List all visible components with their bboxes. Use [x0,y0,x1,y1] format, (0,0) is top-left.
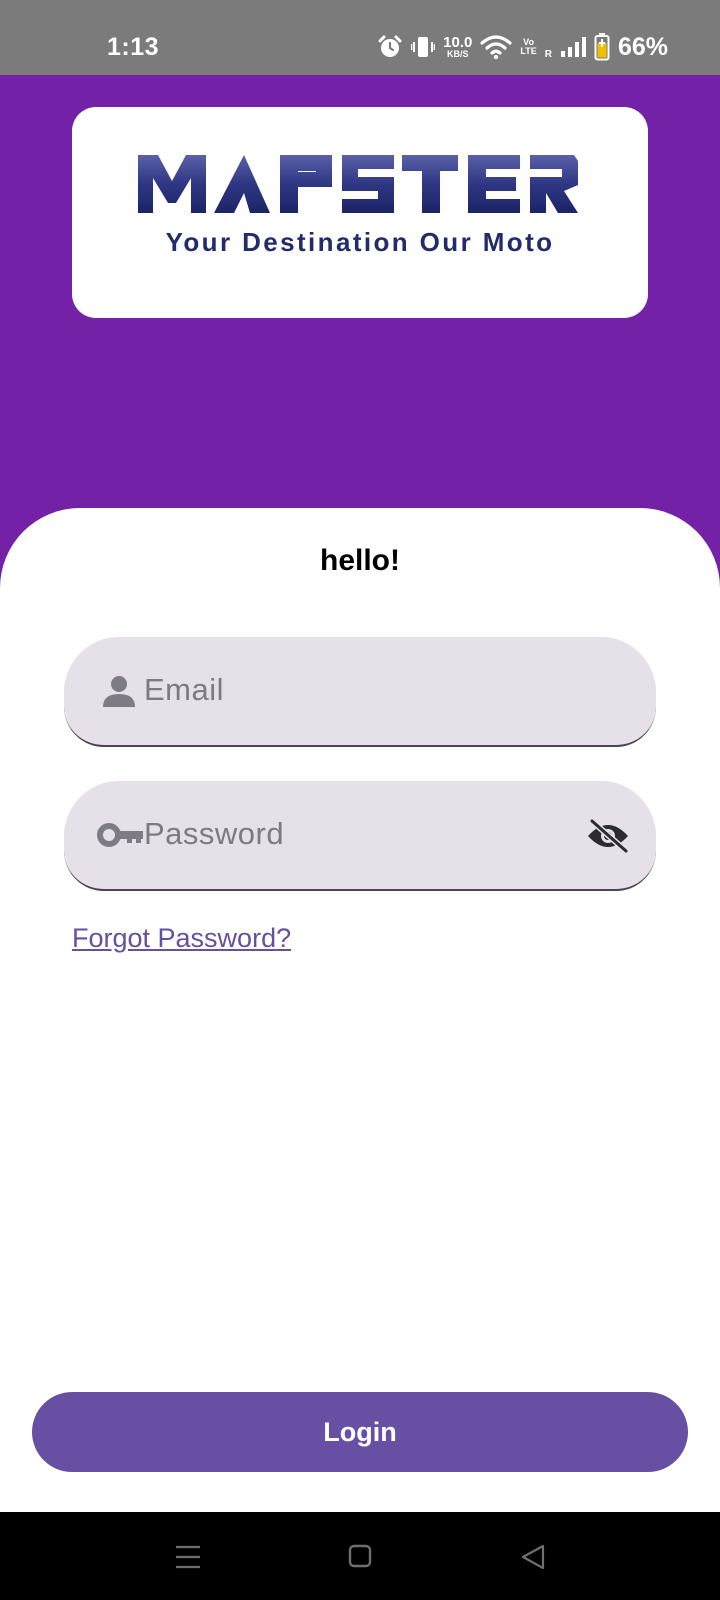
alarm-icon [377,34,403,60]
network-speed-unit: KB/S [447,49,469,59]
home-icon[interactable] [348,1544,372,1573]
password-field[interactable] [64,781,656,891]
eye-off-icon[interactable] [586,818,630,858]
person-icon [102,674,136,713]
key-icon [97,823,143,852]
battery-percent: 66% [617,32,668,61]
battery-charging-icon [594,33,610,61]
network-speed-value: 10.0 [443,34,473,51]
signal-icon [560,36,586,58]
login-button[interactable]: Login [32,1392,688,1472]
email-field[interactable] [64,637,656,747]
login-screen: 1:13 10.0 KB/S Vo LTE R 66% Your Destina… [0,0,720,1600]
email-input[interactable] [144,637,554,743]
roaming-indicator: R [544,49,552,60]
login-form-sheet: hello! Email Forgot Password? Login [0,508,720,1512]
volte-indicator: Vo LTE [520,37,537,57]
back-icon[interactable] [520,1544,546,1575]
forgot-password-link[interactable]: Forgot Password? [72,923,291,954]
vibrate-icon [411,34,436,60]
password-input[interactable] [144,781,554,887]
wifi-icon [480,34,512,60]
network-speed: 10.0 KB/S [443,35,472,59]
status-icons: 10.0 KB/S Vo LTE R 66% [377,30,668,64]
recent-apps-icon[interactable] [175,1544,201,1575]
volte-bottom: LTE [520,46,537,56]
mapster-logo [138,155,578,213]
greeting-heading: hello! [320,544,400,577]
status-time: 1:13 [107,33,160,61]
system-nav-bar [0,1512,720,1600]
logo-tagline: Your Destination Our Moto [165,227,555,257]
logo-card: Your Destination Our Moto [72,107,648,318]
status-bar: 1:13 10.0 KB/S Vo LTE R 66% [0,0,720,75]
